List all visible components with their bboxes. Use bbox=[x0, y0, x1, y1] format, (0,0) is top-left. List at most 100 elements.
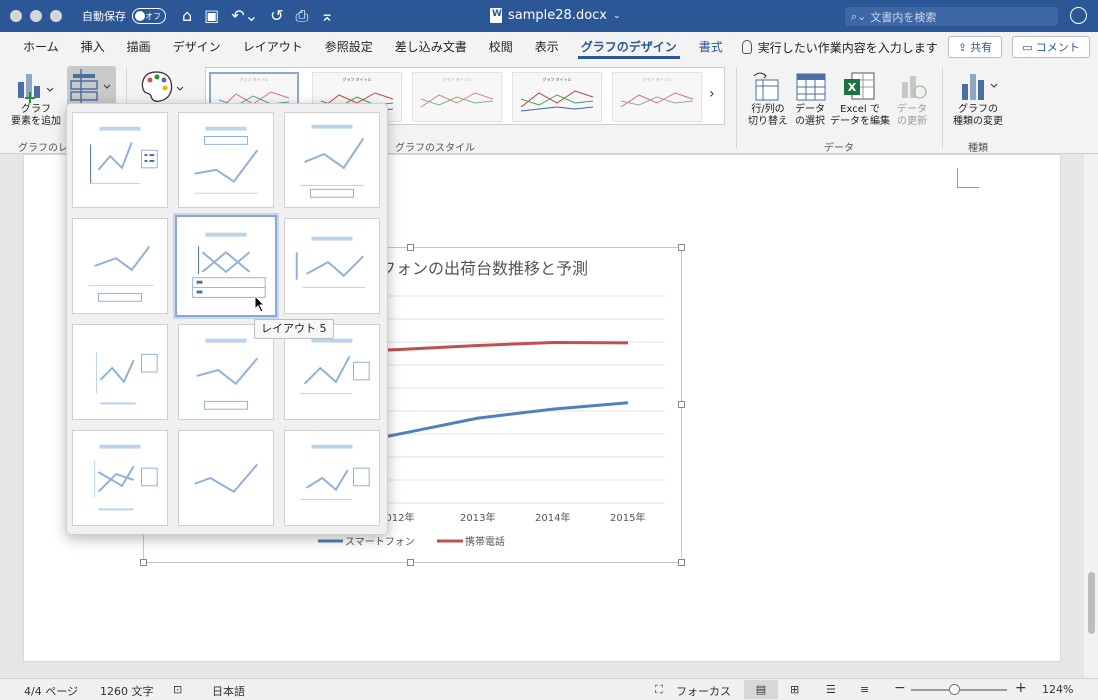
search-input[interactable]: ⌕⌄ 文書内を検索 bbox=[845, 7, 1058, 26]
tab-view[interactable]: 表示 bbox=[524, 32, 570, 62]
tab-mailings[interactable]: 差し込み文書 bbox=[384, 32, 478, 62]
scrollbar-thumb[interactable] bbox=[1088, 572, 1095, 634]
outline-view-icon[interactable]: ☰ bbox=[826, 683, 836, 696]
chart-x-tick-label: 2015年 bbox=[610, 511, 645, 524]
tab-format[interactable]: 書式 bbox=[688, 32, 734, 62]
zoom-out-button[interactable]: − bbox=[894, 680, 906, 696]
layout-11[interactable] bbox=[178, 430, 274, 526]
document-name: sample28.docx bbox=[508, 8, 607, 23]
chart-x-axis-labels: 2012年 2013年 2014年 2015年 bbox=[379, 511, 645, 524]
ribbon-tabs: ホーム 挿入 描画 デザイン レイアウト 参照設定 差し込み文書 校閲 表示 グ… bbox=[0, 32, 1098, 62]
autosave-label: 自動保存 bbox=[82, 10, 126, 23]
close-window-button[interactable] bbox=[10, 10, 22, 22]
chart-legend[interactable]: スマートフォン 携帯電話 bbox=[318, 535, 505, 548]
tab-review[interactable]: 校閲 bbox=[478, 32, 524, 62]
autosave-state: オフ bbox=[145, 11, 161, 21]
undo-icon[interactable]: ↶⌄ bbox=[231, 6, 258, 26]
lightbulb-icon bbox=[741, 40, 752, 54]
share-label: 共有 bbox=[970, 41, 993, 54]
redo-icon[interactable]: ↺ bbox=[270, 6, 283, 26]
layout-6[interactable] bbox=[284, 218, 380, 314]
focus-icon[interactable]: ⛶ bbox=[655, 683, 663, 697]
chart-style-3[interactable]: グラフ タイトル bbox=[412, 72, 502, 122]
customize-toolbar-icon[interactable]: ⌅ bbox=[320, 6, 333, 26]
zoom-window-button[interactable] bbox=[50, 10, 62, 22]
select-data-icon[interactable] bbox=[794, 70, 828, 102]
switch-row-column-icon[interactable] bbox=[750, 70, 784, 102]
status-bar: 4/4 ページ 1260 文字 ⊡ 日本語 ⛶ フォーカス ▤ ⊞ ☰ ≡ − … bbox=[0, 678, 1098, 700]
gallery-next-chevron-icon[interactable]: › bbox=[709, 86, 715, 102]
excel-edit-data-icon[interactable]: X bbox=[842, 70, 876, 102]
home-icon[interactable]: ⌂ bbox=[182, 6, 192, 26]
tab-references[interactable]: 参照設定 bbox=[314, 32, 384, 62]
autosave-toggle[interactable]: オフ bbox=[132, 8, 166, 24]
save-icon[interactable]: ▣ bbox=[204, 6, 219, 26]
comment-label: コメント bbox=[1035, 41, 1080, 54]
chart-style-5[interactable]: グラフ タイトル bbox=[612, 72, 702, 122]
style-thumb-title: グラフ タイトル bbox=[442, 76, 471, 82]
print-layout-view-icon[interactable]: ▤ bbox=[744, 680, 778, 699]
change-colors-palette-icon[interactable] bbox=[140, 70, 186, 104]
share-button[interactable]: ⇪ 共有 bbox=[948, 36, 1002, 58]
layout-4[interactable] bbox=[72, 218, 168, 314]
zoom-in-button[interactable]: + bbox=[1015, 680, 1027, 696]
quick-layout-dropdown bbox=[66, 103, 388, 535]
document-title[interactable]: sample28.docx ⌄ bbox=[490, 8, 621, 23]
chart-x-tick-label: 2014年 bbox=[535, 511, 570, 524]
tab-draw[interactable]: 描画 bbox=[116, 32, 162, 62]
print-icon[interactable]: ⎙ bbox=[296, 6, 309, 26]
tab-layout[interactable]: レイアウト bbox=[232, 32, 314, 62]
quick-layout-button[interactable] bbox=[67, 66, 116, 106]
word-doc-icon bbox=[490, 8, 502, 23]
svg-text:X: X bbox=[848, 81, 857, 94]
layout-3[interactable] bbox=[284, 112, 380, 208]
style-thumb-title: グラフ タイトル bbox=[239, 76, 268, 82]
add-chart-element-icon[interactable] bbox=[16, 70, 54, 104]
group-label-data: データ bbox=[824, 143, 854, 154]
tab-home[interactable]: ホーム bbox=[12, 32, 70, 62]
layout-10[interactable] bbox=[72, 430, 168, 526]
minimize-window-button[interactable] bbox=[30, 10, 42, 22]
comment-button[interactable]: ▭ コメント bbox=[1012, 36, 1090, 58]
group-label-layout: グラフのレ bbox=[18, 143, 68, 154]
margin-corner-mark bbox=[957, 168, 979, 188]
comment-icon: ▭ bbox=[1022, 40, 1033, 54]
window-controls bbox=[10, 10, 62, 22]
feedback-smiley-icon[interactable] bbox=[1070, 7, 1087, 24]
chart-title[interactable]: フォンの出荷台数推移と予測 bbox=[380, 259, 588, 278]
share-icon: ⇪ bbox=[957, 40, 968, 54]
change-chart-type-icon[interactable] bbox=[958, 70, 1004, 102]
tab-insert[interactable]: 挿入 bbox=[70, 32, 116, 62]
quick-access-toolbar: ⌂ ▣ ↶⌄ ↺ ⎙ ⌅ bbox=[182, 6, 334, 26]
layout-tooltip: レイアウト 5 bbox=[254, 319, 334, 339]
word-count[interactable]: 1260 文字 bbox=[100, 683, 154, 699]
refresh-data-icon bbox=[896, 70, 930, 102]
select-data-label: データ の選択 bbox=[795, 104, 825, 127]
refresh-data-label: データ の更新 bbox=[897, 104, 927, 127]
tell-me-box[interactable]: 実行したい作業内容を入力します bbox=[741, 39, 938, 56]
web-layout-view-icon[interactable]: ⊞ bbox=[790, 683, 799, 696]
autosave: 自動保存 オフ bbox=[82, 8, 166, 24]
search-placeholder: 文書内を検索 bbox=[870, 10, 937, 24]
chart-style-4[interactable]: グラフ タイトル bbox=[512, 72, 602, 122]
tab-chart-design[interactable]: グラフのデザイン bbox=[570, 32, 688, 62]
style-thumb-title: グラフ タイトル bbox=[342, 76, 371, 82]
group-label-type: 種類 bbox=[968, 143, 988, 154]
layout-12[interactable] bbox=[284, 430, 380, 526]
layout-1[interactable] bbox=[72, 112, 168, 208]
title-bar: 自動保存 オフ ⌂ ▣ ↶⌄ ↺ ⎙ ⌅ sample28.docx ⌄ ⌕⌄ … bbox=[0, 0, 1098, 32]
proofing-icon[interactable]: ⊡ bbox=[173, 683, 182, 696]
chevron-down-icon: ⌄ bbox=[613, 10, 621, 21]
language[interactable]: 日本語 bbox=[212, 683, 245, 699]
layout-2[interactable] bbox=[178, 112, 274, 208]
draft-view-icon[interactable]: ≡ bbox=[860, 683, 869, 696]
legend-label-smartphone: スマートフォン bbox=[345, 537, 415, 548]
tab-design[interactable]: デザイン bbox=[162, 32, 232, 62]
zoom-slider-knob[interactable] bbox=[949, 684, 961, 695]
layout-7[interactable] bbox=[72, 324, 168, 420]
switch-row-column-label: 行/列の 切り替え bbox=[748, 104, 788, 127]
focus-mode[interactable]: フォーカス bbox=[676, 683, 731, 699]
zoom-level[interactable]: 124% bbox=[1042, 683, 1073, 696]
edit-excel-label: Excel で データを編集 bbox=[830, 104, 890, 127]
page-count[interactable]: 4/4 ページ bbox=[24, 683, 78, 699]
